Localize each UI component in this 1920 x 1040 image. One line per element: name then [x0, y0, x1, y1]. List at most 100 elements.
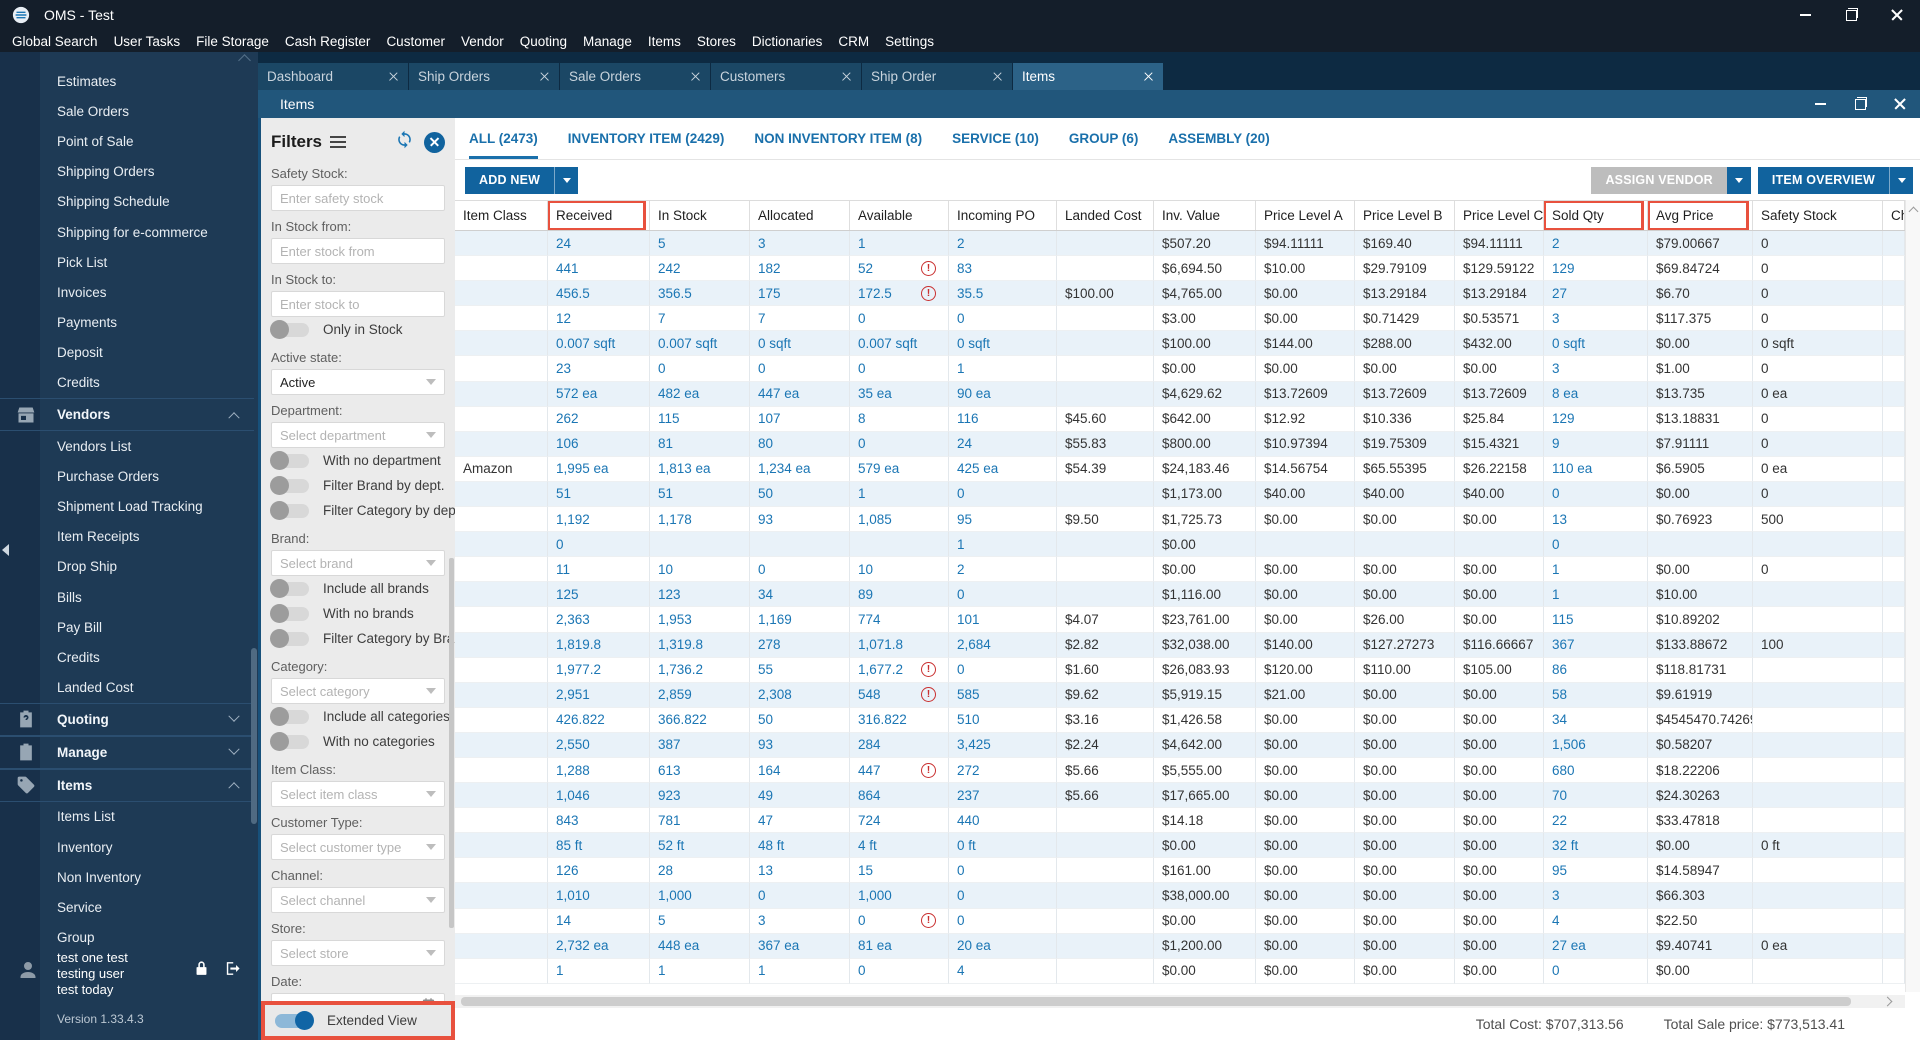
- cell-incoming-po[interactable]: 0: [949, 657, 1057, 683]
- refresh-icon[interactable]: [395, 130, 414, 154]
- cell-received[interactable]: 1,819.8: [548, 632, 650, 658]
- channel-select[interactable]: Select channel: [271, 887, 445, 913]
- cell-allocated[interactable]: 1: [750, 958, 850, 984]
- sidebar-item-deposit[interactable]: Deposit: [0, 338, 254, 368]
- cell-in-stock[interactable]: 1,178: [650, 507, 750, 533]
- cell-sold-qty[interactable]: 1: [1544, 557, 1648, 583]
- cell-received[interactable]: 51: [548, 481, 650, 508]
- col-header-safety-stock[interactable]: Safety Stock: [1753, 201, 1883, 230]
- cell-received[interactable]: 106: [548, 431, 650, 457]
- cell-incoming-po[interactable]: 24: [949, 431, 1057, 457]
- cell-allocated[interactable]: 0: [750, 883, 850, 909]
- sidebar-scroll-up-icon[interactable]: [238, 54, 251, 67]
- cell-incoming-po[interactable]: 101: [949, 607, 1057, 633]
- sidebar-section-vendors[interactable]: Vendors: [0, 398, 254, 432]
- cell-incoming-po[interactable]: 440: [949, 808, 1057, 834]
- col-header-price-level-a[interactable]: Price Level A: [1256, 201, 1355, 230]
- menu-crm[interactable]: CRM: [830, 34, 877, 49]
- tab-dashboard[interactable]: Dashboard: [258, 63, 408, 90]
- sidebar-item-invoices[interactable]: Invoices: [0, 277, 254, 307]
- cell-received[interactable]: 0.007 sqft: [548, 331, 650, 357]
- cell-available[interactable]: 0.007 sqft: [850, 331, 949, 357]
- sidebar-item-credits[interactable]: Credits: [0, 642, 254, 672]
- item-class-select[interactable]: Select item class: [271, 781, 445, 807]
- cell-incoming-po[interactable]: 1: [949, 356, 1057, 382]
- tab-close-icon[interactable]: [539, 71, 550, 82]
- cell-sold-qty[interactable]: 0: [1544, 958, 1648, 984]
- cell-received[interactable]: 1,192: [548, 507, 650, 533]
- horizontal-scrollbar[interactable]: [455, 995, 1905, 1008]
- cell-in-stock[interactable]: 387: [650, 732, 750, 758]
- cell-incoming-po[interactable]: 272: [949, 757, 1057, 784]
- cell-in-stock[interactable]: 1,813 ea: [650, 456, 750, 482]
- col-header-sold-qty[interactable]: Sold Qty: [1544, 201, 1648, 230]
- cell-in-stock[interactable]: 1,000: [650, 883, 750, 909]
- item-overview-button[interactable]: ITEM OVERVIEW: [1757, 166, 1889, 194]
- cell-in-stock[interactable]: 366.822: [650, 707, 750, 733]
- col-header-item-class[interactable]: Item Class: [455, 201, 548, 230]
- cell-available[interactable]: 0: [850, 958, 949, 984]
- sidebar-item-group[interactable]: Group: [0, 923, 254, 953]
- cell-allocated[interactable]: 3: [750, 908, 850, 934]
- cell-incoming-po[interactable]: 0: [949, 858, 1057, 884]
- item-overview-dropdown[interactable]: [1889, 166, 1913, 194]
- cell-in-stock[interactable]: 10: [650, 557, 750, 583]
- menu-dictionaries[interactable]: Dictionaries: [744, 34, 831, 49]
- cell-received[interactable]: 456.5: [548, 281, 650, 307]
- cell-incoming-po[interactable]: 0 sqft: [949, 331, 1057, 357]
- cell-sold-qty[interactable]: 110 ea: [1544, 456, 1648, 482]
- cell-incoming-po[interactable]: 510: [949, 707, 1057, 733]
- cell-received[interactable]: 125: [548, 582, 650, 608]
- cell-in-stock[interactable]: 923: [650, 783, 750, 809]
- cell-available[interactable]: 447!: [850, 757, 949, 784]
- cell-incoming-po[interactable]: 2,684: [949, 632, 1057, 658]
- filters-close-icon[interactable]: [424, 131, 445, 153]
- cell-allocated[interactable]: 48 ft: [750, 833, 850, 859]
- cell-incoming-po[interactable]: 0: [949, 481, 1057, 508]
- cell-incoming-po[interactable]: 425 ea: [949, 456, 1057, 482]
- cell-allocated[interactable]: 80: [750, 431, 850, 457]
- menu-user-tasks[interactable]: User Tasks: [106, 34, 189, 49]
- cell-sold-qty[interactable]: 3: [1544, 883, 1648, 909]
- assign-vendor-button[interactable]: ASSIGN VENDOR: [1591, 166, 1727, 194]
- cell-sold-qty[interactable]: 0 sqft: [1544, 331, 1648, 357]
- store-select[interactable]: Select store: [271, 940, 445, 966]
- cell-available[interactable]: 4 ft: [850, 833, 949, 859]
- cell-received[interactable]: 1,010: [548, 883, 650, 909]
- cell-received[interactable]: 572 ea: [548, 381, 650, 407]
- col-header-incoming-po[interactable]: Incoming PO: [949, 201, 1057, 230]
- only-in-stock-toggle[interactable]: [270, 319, 309, 339]
- cell-available[interactable]: [850, 532, 949, 558]
- cell-allocated[interactable]: 93: [750, 507, 850, 533]
- cell-allocated[interactable]: 55: [750, 657, 850, 683]
- cell-allocated[interactable]: 107: [750, 406, 850, 432]
- with-no-brands-toggle[interactable]: [270, 603, 309, 623]
- cell-allocated[interactable]: 1,234 ea: [750, 456, 850, 482]
- cell-available[interactable]: 0: [850, 431, 949, 457]
- menu-quoting[interactable]: Quoting: [512, 34, 575, 49]
- cell-allocated[interactable]: 0: [750, 557, 850, 583]
- cell-in-stock[interactable]: 115: [650, 406, 750, 432]
- cell-sold-qty[interactable]: 9: [1544, 431, 1648, 457]
- cell-allocated[interactable]: 3: [750, 231, 850, 257]
- cell-allocated[interactable]: 182: [750, 256, 850, 282]
- sidebar-item-item-receipts[interactable]: Item Receipts: [0, 522, 254, 552]
- tab-sale-orders[interactable]: Sale Orders: [560, 63, 710, 90]
- safety-stock-input[interactable]: [271, 185, 445, 211]
- cell-sold-qty[interactable]: 680: [1544, 757, 1648, 784]
- sidebar-item-pick-list[interactable]: Pick List: [0, 247, 254, 277]
- tab-ship-orders[interactable]: Ship Orders: [409, 63, 559, 90]
- cell-available[interactable]: 81 ea: [850, 933, 949, 959]
- scroll-right-icon[interactable]: [1882, 996, 1893, 1007]
- cell-allocated[interactable]: 47: [750, 808, 850, 834]
- cell-allocated[interactable]: 49: [750, 783, 850, 809]
- cell-received[interactable]: 1,288: [548, 757, 650, 784]
- cell-available[interactable]: 774: [850, 607, 949, 633]
- cell-available[interactable]: 1,071.8: [850, 632, 949, 658]
- category-tab-inventory-item-2429[interactable]: INVENTORY ITEM (2429): [568, 118, 725, 159]
- cell-in-stock[interactable]: 482 ea: [650, 381, 750, 407]
- cell-in-stock[interactable]: [650, 532, 750, 558]
- sidebar-section-quoting[interactable]: Quoting: [0, 702, 254, 736]
- items-minimize-icon[interactable]: [1800, 90, 1840, 118]
- cell-received[interactable]: 262: [548, 406, 650, 432]
